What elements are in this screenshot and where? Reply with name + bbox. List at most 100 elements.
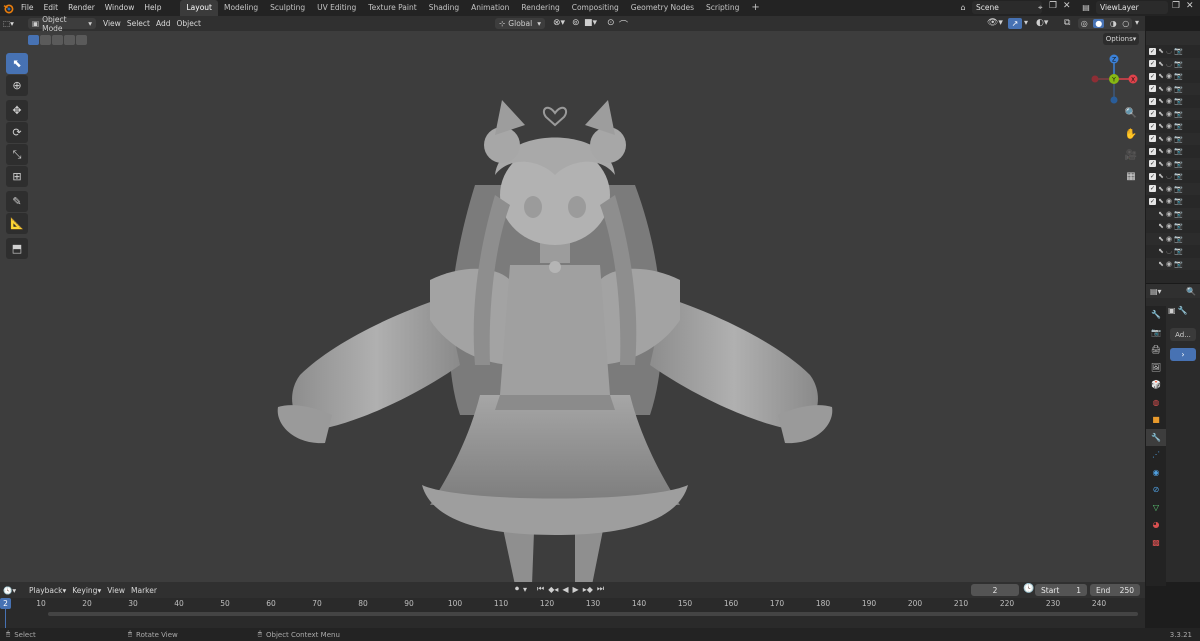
blender-logo-icon[interactable] — [0, 0, 16, 16]
camera-render-icon[interactable]: 📷 — [1174, 160, 1183, 168]
output-tab-icon[interactable]: 🖨 — [1146, 341, 1166, 359]
navigation-gizmo[interactable]: Z X Y — [1086, 51, 1142, 107]
texture-tab-icon[interactable]: ▩ — [1146, 534, 1166, 552]
properties-editor-icon[interactable]: ▤▾ — [1150, 287, 1162, 296]
play-reverse-icon[interactable]: ◀ — [562, 585, 568, 594]
3d-viewport[interactable]: Options ▾ ⬉ ⊕ ✥ ⟳ ⤡ ⊞ ✎ 📐 ⬒ Z X Y 🔍 ✋ 🎥 ▦ — [0, 31, 1145, 585]
scene-tab-icon[interactable]: 🎲 — [1146, 376, 1166, 394]
checkbox-icon[interactable]: ✓ — [1149, 185, 1156, 193]
outliner-row[interactable]: ✓ ⬉ ◉ 📷 — [1146, 182, 1200, 195]
view-layer-tab-icon[interactable]: 🖼 — [1146, 359, 1166, 377]
hide-eye-closed-icon[interactable]: ◡ — [1166, 247, 1172, 255]
select-arrow-icon[interactable]: ⬉ — [1158, 197, 1164, 205]
outliner-row[interactable]: ✓ ⬉ ◉ 📷 — [1146, 145, 1200, 158]
select-arrow-icon[interactable]: ⬉ — [1158, 122, 1164, 130]
camera-render-icon[interactable]: 📷 — [1174, 110, 1183, 118]
outliner-row[interactable]: ✓ ⬉ ◉ 📷 — [1146, 157, 1200, 170]
chevron-down-icon[interactable]: ▾ — [523, 585, 527, 594]
outliner-row[interactable]: ⬉ ◉ 📷 — [1146, 207, 1200, 220]
add-workspace-icon[interactable]: + — [745, 0, 765, 16]
outliner-row[interactable]: ⬉ ◉ 📷 — [1146, 257, 1200, 270]
eye-icon[interactable]: ◉ — [1166, 210, 1172, 218]
select-invert-icon[interactable] — [64, 35, 75, 45]
outliner-row[interactable]: ✓ ⬉ ◡ 📷 — [1146, 45, 1200, 58]
camera-render-icon[interactable]: 📷 — [1174, 247, 1183, 255]
checkbox-icon[interactable]: ✓ — [1149, 60, 1156, 68]
move-tool[interactable]: ✥ — [6, 100, 28, 121]
add-cube-tool[interactable]: ⬒ — [6, 238, 28, 259]
select-arrow-icon[interactable]: ⬉ — [1158, 247, 1164, 255]
pan-view-hand-icon[interactable]: ✋ — [1123, 126, 1139, 142]
transform-orientation-dropdown[interactable]: ⊹ Global ▾ — [495, 18, 545, 29]
world-tab-icon[interactable]: ◍ — [1146, 394, 1166, 412]
start-frame-field[interactable]: Start 1 — [1035, 584, 1087, 596]
camera-render-icon[interactable]: 📷 — [1174, 185, 1183, 193]
select-intersect-icon[interactable] — [76, 35, 87, 45]
modifier-tab-wrench-icon[interactable]: 🔧 — [1146, 428, 1166, 446]
eye-icon[interactable]: ◉ — [1166, 260, 1172, 268]
select-arrow-icon[interactable]: ⬉ — [1158, 235, 1164, 243]
eye-icon[interactable]: ◉ — [1166, 185, 1172, 193]
camera-render-icon[interactable]: 📷 — [1174, 172, 1183, 180]
select-arrow-icon[interactable]: ⬉ — [1158, 160, 1164, 168]
delete-view-layer-icon[interactable]: ✕ — [1186, 1, 1194, 11]
add-modifier-dropdown[interactable]: Ad... — [1170, 328, 1196, 341]
shading-options-icon[interactable]: ▾ — [1135, 18, 1139, 27]
tab-scripting[interactable]: Scripting — [700, 0, 745, 16]
end-frame-field[interactable]: End 250 — [1090, 584, 1140, 596]
expand-panel-button[interactable]: › — [1170, 348, 1196, 361]
pin-scene-icon[interactable]: ⌖ — [1038, 3, 1043, 13]
tab-sculpting[interactable]: Sculpting — [264, 0, 311, 16]
tab-geometry-nodes[interactable]: Geometry Nodes — [625, 0, 700, 16]
jump-start-icon[interactable]: ⏮ — [537, 584, 544, 594]
camera-render-icon[interactable]: 📷 — [1174, 47, 1183, 55]
playback-dropdown[interactable]: Playback ▾ — [26, 585, 69, 596]
select-arrow-icon[interactable]: ⬉ — [1158, 47, 1164, 55]
proportional-editing-icon[interactable]: ⊙ — [607, 18, 615, 28]
checkbox-icon[interactable]: ✓ — [1149, 172, 1156, 180]
menu-view[interactable]: View — [104, 585, 128, 596]
camera-render-icon[interactable]: 📷 — [1174, 222, 1183, 230]
frame-ruler[interactable]: 2 10 20 30 40 50 60 70 80 90 100 110 120 130 140 150 16… — [0, 598, 1145, 629]
options-dropdown[interactable]: Options ▾ — [1103, 33, 1139, 45]
select-arrow-icon[interactable]: ⬉ — [1158, 260, 1164, 268]
camera-render-icon[interactable]: 📷 — [1174, 260, 1183, 268]
eye-icon[interactable]: ◉ — [1166, 147, 1172, 155]
camera-render-icon[interactable]: 📷 — [1174, 210, 1183, 218]
wireframe-shading-icon[interactable]: ◎ — [1081, 19, 1088, 28]
camera-render-icon[interactable]: 📷 — [1174, 135, 1183, 143]
solid-shading-icon[interactable]: ● — [1093, 19, 1105, 28]
checkbox-icon[interactable]: ✓ — [1149, 122, 1156, 130]
annotate-tool[interactable]: ✎ — [6, 191, 28, 212]
outliner-row[interactable]: ✓ ⬉ ◉ 📷 — [1146, 82, 1200, 95]
view-layer-name-field[interactable]: ViewLayer — [1096, 1, 1168, 14]
particles-tab-icon[interactable]: ⋰ — [1146, 446, 1166, 464]
tab-compositing[interactable]: Compositing — [566, 0, 625, 16]
overlays-icon[interactable]: ◐▾ — [1036, 18, 1048, 28]
select-box-tool[interactable]: ⬉ — [6, 53, 28, 74]
menu-help[interactable]: Help — [139, 0, 166, 16]
outliner-row[interactable]: ✓ ⬉ ◉ 📷 — [1146, 132, 1200, 145]
scale-tool[interactable]: ⤡ — [6, 144, 28, 165]
search-icon[interactable]: 🔍 — [1186, 287, 1196, 296]
snap-target-icon[interactable]: ■▾ — [584, 18, 597, 28]
camera-view-icon[interactable]: 🎥 — [1123, 147, 1139, 163]
select-subtract-icon[interactable] — [52, 35, 63, 45]
select-extend-icon[interactable] — [40, 35, 51, 45]
camera-render-icon[interactable]: 📷 — [1174, 85, 1183, 93]
editor-type-button[interactable]: 🕓▾ — [0, 585, 24, 596]
falloff-icon[interactable]: ⌒ — [619, 18, 628, 31]
eye-icon[interactable]: ◉ — [1166, 197, 1172, 205]
mode-dropdown[interactable]: ▣ Object Mode ▾ — [28, 15, 96, 33]
hide-eye-closed-icon[interactable]: ◡ — [1166, 47, 1172, 55]
data-tab-icon[interactable]: ▽ — [1146, 499, 1166, 517]
eye-icon[interactable]: ◉ — [1166, 97, 1172, 105]
outliner-row[interactable]: ⬉ ◡ 📷 — [1146, 245, 1200, 258]
select-arrow-icon[interactable]: ⬉ — [1158, 222, 1164, 230]
camera-render-icon[interactable]: 📷 — [1174, 235, 1183, 243]
tool-tab-icon[interactable]: 🔧 — [1146, 306, 1166, 324]
select-arrow-icon[interactable]: ⬉ — [1158, 110, 1164, 118]
select-arrow-icon[interactable]: ⬉ — [1158, 97, 1164, 105]
gizmo-dropdown-icon[interactable]: ▾ — [1024, 18, 1028, 27]
menu-window[interactable]: Window — [100, 0, 140, 16]
